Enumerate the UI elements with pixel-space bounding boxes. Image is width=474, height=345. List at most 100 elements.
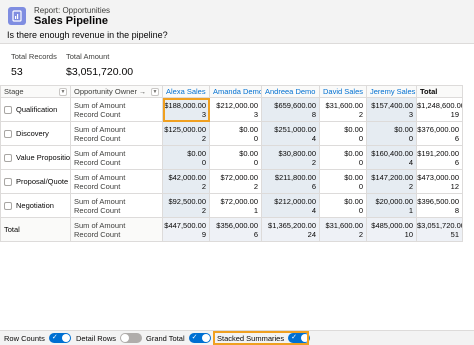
amount-value: $20,000.00 — [375, 196, 413, 206]
count-value: 0 — [358, 205, 363, 215]
value-cell[interactable]: $659,600.00 8 — [261, 97, 320, 122]
value-cell[interactable]: $188,000.00 3 — [162, 97, 210, 122]
chevron-down-icon[interactable]: ▼ — [59, 88, 67, 96]
amount-value: $0.00 — [344, 148, 363, 158]
grand-total-cell[interactable]: $3,051,720.00 51 — [416, 217, 463, 242]
record-count-label: Record Count — [74, 109, 121, 119]
row-total-cell[interactable]: $1,248,600.00 19 — [416, 97, 463, 122]
value-cell[interactable]: $0.00 0 — [319, 169, 367, 194]
sum-amount-label: Sum of Amount — [74, 196, 126, 206]
arrow-right-icon: → — [139, 89, 147, 96]
row-checkbox[interactable] — [4, 201, 12, 210]
count-value: 2 — [201, 205, 206, 215]
grand-total-toggle[interactable]: ✓ — [188, 333, 211, 343]
row-total-cell[interactable]: $396,500.00 8 — [416, 193, 463, 218]
amount-value: $396,500.00 — [417, 196, 460, 206]
total-records-label: Total Records — [11, 52, 57, 61]
record-count-label: Record Count — [74, 157, 121, 167]
row-checkbox[interactable] — [4, 105, 12, 114]
count-value: 2 — [201, 181, 206, 191]
sum-amount-label: Sum of Amount — [74, 124, 126, 134]
stage-cell: Value Proposition — [0, 145, 71, 170]
metric-labels-cell: Sum of Amount Record Count — [70, 145, 163, 170]
column-header-person[interactable]: Alexa Sales — [162, 85, 210, 98]
total-amount-summary: Total Amount $3,051,720.00 — [66, 52, 133, 78]
value-cell[interactable]: $0.00 0 — [319, 193, 367, 218]
amount-value: $160,400.00 — [371, 148, 413, 158]
value-cell[interactable]: $0.00 0 — [366, 121, 417, 146]
column-header-person[interactable]: Jeremy Sales — [366, 85, 417, 98]
column-total-cell[interactable]: $31,600.00 2 — [319, 217, 367, 242]
table-row: Discovery Sum of Amount Record Count $125,0… — [0, 121, 463, 146]
value-cell[interactable]: $0.00 0 — [319, 121, 367, 146]
report-icon — [8, 7, 26, 25]
row-counts-toggle[interactable]: ✓ — [48, 333, 71, 343]
sum-amount-label: Sum of Amount — [74, 100, 126, 110]
amount-value: $0.00 — [344, 196, 363, 206]
row-checkbox[interactable] — [4, 129, 12, 138]
column-total-cell[interactable]: $447,500.00 9 — [162, 217, 210, 242]
value-cell[interactable]: $20,000.00 1 — [366, 193, 417, 218]
stage-cell: Discovery — [0, 121, 71, 146]
record-count-label: Record Count — [74, 229, 121, 239]
column-total-cell[interactable]: $485,000.00 10 — [366, 217, 417, 242]
row-total-cell[interactable]: $191,200.00 6 — [416, 145, 463, 170]
column-header-person[interactable]: Andreea Demo — [261, 85, 320, 98]
value-cell[interactable]: $92,500.00 2 — [162, 193, 210, 218]
detail-rows-toggle[interactable] — [120, 333, 143, 343]
value-cell[interactable]: $212,000.00 3 — [209, 97, 262, 122]
value-cell[interactable]: $0.00 0 — [162, 145, 210, 170]
row-checkbox[interactable] — [4, 153, 12, 162]
value-cell[interactable]: $0.00 0 — [319, 145, 367, 170]
value-cell[interactable]: $72,000.00 2 — [209, 169, 262, 194]
row-total-cell[interactable]: $473,000.00 12 — [416, 169, 463, 194]
value-cell[interactable]: $72,000.00 1 — [209, 193, 262, 218]
count-value: 24 — [307, 229, 316, 239]
column-header-person[interactable]: Amanda Demo — [209, 85, 262, 98]
owner-column-header[interactable]: Opportunity Owner → ▼ — [70, 85, 163, 98]
value-cell[interactable]: $147,200.00 2 — [366, 169, 417, 194]
value-cell[interactable]: $125,000.00 2 — [162, 121, 210, 146]
value-cell[interactable]: $160,400.00 4 — [366, 145, 417, 170]
count-value: 6 — [454, 157, 459, 167]
value-cell[interactable]: $0.00 0 — [209, 121, 262, 146]
amount-value: $376,000.00 — [417, 124, 460, 134]
value-cell[interactable]: $211,800.00 6 — [261, 169, 320, 194]
column-total-cell[interactable]: $1,365,200.00 24 — [261, 217, 320, 242]
amount-value: $659,600.00 — [274, 100, 316, 110]
row-total-cell[interactable]: $376,000.00 6 — [416, 121, 463, 146]
metric-labels-cell: Sum of Amount Record Count — [70, 217, 163, 242]
stage-column-header[interactable]: Stage ▼ — [0, 85, 71, 98]
value-cell[interactable]: $30,800.00 2 — [261, 145, 320, 170]
count-value: 0 — [253, 157, 258, 167]
amount-value: $191,200.00 — [417, 148, 460, 158]
count-value: 1 — [408, 205, 413, 215]
value-cell[interactable]: $42,000.00 2 — [162, 169, 210, 194]
count-value: 0 — [358, 133, 363, 143]
value-cell[interactable]: $251,000.00 4 — [261, 121, 320, 146]
count-value: 0 — [358, 157, 363, 167]
count-value: 2 — [408, 181, 413, 191]
count-value: 4 — [311, 205, 316, 215]
amount-value: $42,000.00 — [168, 172, 206, 182]
table-row: Qualification Sum of Amount Record Count $1… — [0, 97, 463, 122]
report-description: Is there enough revenue in the pipeline? — [7, 30, 168, 40]
value-cell[interactable]: $31,600.00 2 — [319, 97, 367, 122]
row-checkbox[interactable] — [4, 177, 12, 186]
total-records-value: 53 — [11, 66, 23, 78]
total-label-cell: Total — [0, 217, 71, 242]
count-value: 6 — [454, 133, 459, 143]
column-total-cell[interactable]: $356,000.00 6 — [209, 217, 262, 242]
value-cell[interactable]: $157,400.00 3 — [366, 97, 417, 122]
report-eyebrow: Report: Opportunities — [34, 6, 111, 15]
column-header-person[interactable]: David Sales — [319, 85, 367, 98]
total-amount-label: Total Amount — [66, 52, 110, 61]
amount-value: $30,800.00 — [278, 148, 316, 158]
count-value: 2 — [253, 181, 258, 191]
grand-total-toggle-group: Grand Total ✓ — [146, 333, 211, 343]
chevron-down-icon[interactable]: ▼ — [151, 88, 159, 96]
total-row: Total Sum of Amount Record Count $447,500.0… — [0, 217, 463, 242]
value-cell[interactable]: $0.00 0 — [209, 145, 262, 170]
value-cell[interactable]: $212,000.00 4 — [261, 193, 320, 218]
count-value: 2 — [311, 157, 316, 167]
